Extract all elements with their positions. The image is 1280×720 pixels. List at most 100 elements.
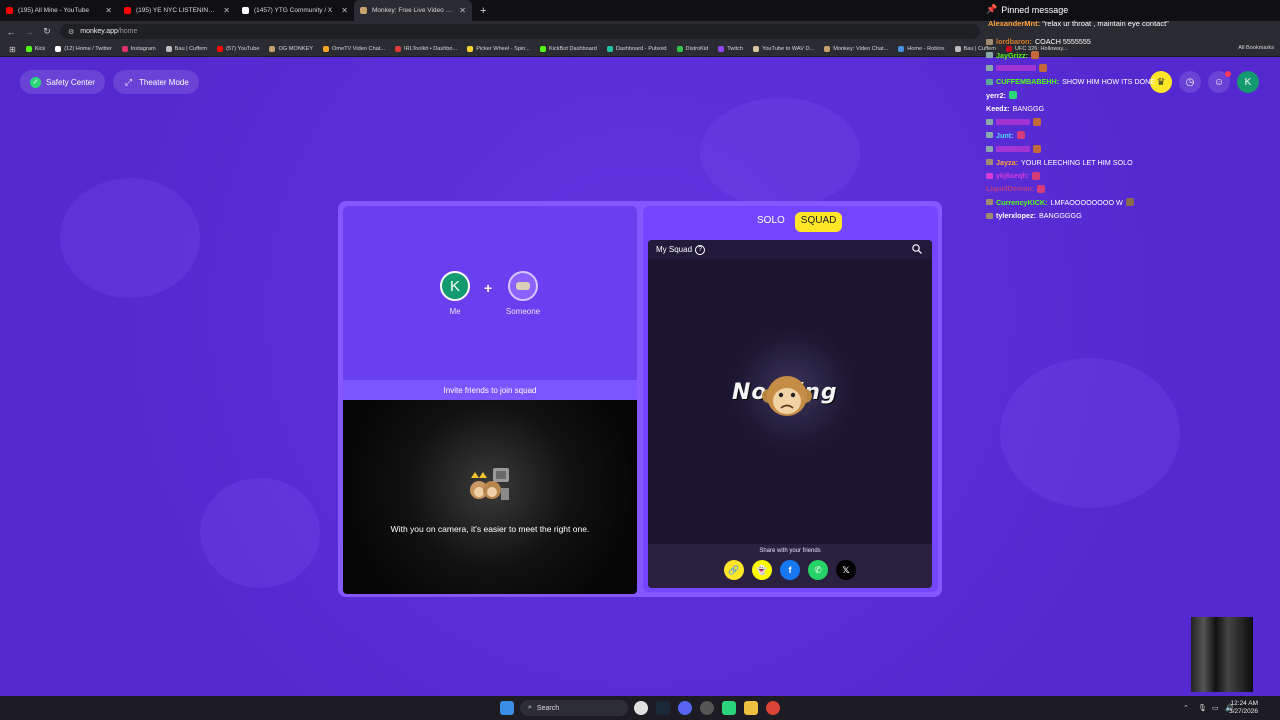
pinned-label: Pinned message [1001,4,1069,15]
instagram-icon [121,46,128,52]
facebook-icon[interactable]: f [780,560,800,580]
reload-icon[interactable]: ↻ [38,26,56,37]
chat-message: Junt: [986,129,1206,142]
tab-youtube-all-mine[interactable]: (195) All Mine - YouTube ✕ [0,0,118,21]
my-squad-title: My Squad [656,245,693,254]
squad-tab[interactable]: SQUAD [794,212,843,232]
me-avatar: K [440,271,470,301]
bookmark-kickbot[interactable]: KickBot Dashboard [535,46,602,52]
chat-message [986,142,1206,155]
someone-avatar [508,271,538,301]
app-icon[interactable] [722,701,736,715]
badge-icon [986,119,993,126]
network-icon[interactable]: ▭ [1212,704,1219,712]
emote-icon [1033,118,1041,127]
search-icon: ⌕ [528,704,532,711]
sad-monkey-icon [762,376,812,416]
badge-icon [986,145,993,152]
safety-center-button[interactable]: ✓ Safety Center [20,70,105,94]
pinned-user: AlexanderMnt: [988,19,1041,28]
snapchat-icon[interactable]: 👻 [752,560,772,580]
forward-icon[interactable]: → [20,27,38,37]
irltoolkit-icon [395,46,402,52]
clock-time: 12:24 AM [1230,700,1258,707]
emote-icon [1033,144,1041,153]
pin-icon: 📌 [986,4,998,14]
x-icon[interactable]: 𝕏 [836,560,856,580]
clock[interactable]: 12:24 AM 3/27/2026 [1229,700,1258,716]
steam-icon[interactable] [656,701,670,715]
chat-message [986,115,1206,128]
bookmark-og-monkey[interactable]: OG MONKEY [264,46,318,52]
theater-mode-button[interactable]: ⤢ Theater Mode [113,70,199,94]
start-icon[interactable] [500,701,514,715]
tab-x-community[interactable]: (1457) YTG Community / X ✕ [236,0,354,21]
invite-friends-button[interactable]: Invite friends to join squad [343,380,637,400]
bookmark-irltoolkit[interactable]: IRLToolkit • Dashbo... [390,46,462,52]
taskbar-search[interactable]: ⌕ Search [520,700,628,716]
site-info-icon[interactable]: ⚙ [68,28,74,36]
chat-message: ykj6seqh: [986,169,1206,182]
ometv-icon [322,46,329,52]
bookmark-youtube[interactable]: (57) YouTube [212,46,264,52]
twitch-icon [718,46,725,52]
link-icon[interactable]: 🔗 [724,560,744,580]
chat-username [996,65,1036,72]
obs-icon[interactable] [700,701,714,715]
bookmark-picker-wheel[interactable]: Picker Wheel - Spin... [462,46,535,52]
bookmark-monkey-video-chat[interactable]: Monkey: Video Chat... [819,46,893,52]
chrome-icon[interactable] [634,701,648,715]
whatsapp-icon[interactable]: ✆ [808,560,828,580]
bookmark-roblox[interactable]: Home - Roblox [893,46,949,52]
all-bookmarks[interactable]: All Bookmarks [1238,45,1274,51]
profile-avatar[interactable]: K [1237,71,1259,93]
tab-youtube-listening-party[interactable]: (195) YE NYC LISTENING PARTY ✕ [118,0,236,21]
help-icon[interactable]: ? [695,244,706,255]
wheel-icon [467,46,474,52]
stream-chat-overlay: 📌 Pinned message AlexanderMnt: "relax ur… [984,0,1204,225]
taskbar-search-label: Search [536,704,560,712]
bookmark-twitch[interactable]: Twitch [713,46,748,52]
close-tab-icon[interactable]: ✕ [105,6,112,15]
solo-tab[interactable]: SOLO [751,212,791,232]
sofa-icon [516,282,530,290]
bookmark-kick[interactable]: Kick [21,46,51,52]
apps-icon[interactable]: ⊞ [4,45,21,54]
close-tab-icon[interactable]: ✕ [341,6,348,15]
chat-messages: lordbaron: COACH 5555555 JayGrizz: CUFFEM… [986,35,1206,222]
tab-title: (1457) YTG Community / X [254,7,333,14]
plus-icon: + [484,280,493,296]
bookmark-bau-cuffem[interactable]: Bau | Cuffem [161,46,212,52]
bookmark-ometv[interactable]: OmeTV Video Chat... [318,46,390,52]
chat-message: tylerxlopez: BANGGGGG [986,209,1206,222]
bookmark-distrokid[interactable]: DistroKid [672,46,714,52]
bookmark-instagram[interactable]: Instagram [117,46,161,52]
webcam-overlay [1191,617,1253,692]
bookmark-youtube-wav[interactable]: YouTube to WAV D... [748,46,819,52]
bookmark-twitter[interactable]: (12) Home / Twitter [50,46,116,52]
close-tab-icon[interactable]: ✕ [223,6,230,15]
kick-icon [25,46,32,52]
new-tab-button[interactable]: + [472,5,494,17]
search-icon[interactable] [912,244,922,254]
tab-title: (195) YE NYC LISTENING PARTY [136,7,218,14]
distrokid-icon [676,46,683,52]
left-panel: K Me + Someone Invite friends to join sq… [343,206,637,594]
background-pattern [200,478,320,588]
tab-monkey[interactable]: Monkey: Free Live Video Chat ✕ [354,0,472,21]
bookmark-icon [954,46,961,52]
notification-dot [1225,71,1231,77]
shield-icon: ✓ [30,76,41,88]
bookmark-pulsoid[interactable]: Dashboard - Pulsoid [602,46,672,52]
background-pattern [60,178,200,298]
address-bar[interactable]: ⚙ monkey.app/home [60,24,980,39]
back-icon[interactable]: ← [2,27,20,37]
emote-icon [1037,184,1046,193]
tray-chevron-icon[interactable]: ⌃ [1183,704,1189,712]
close-tab-icon[interactable]: ✕ [459,6,466,15]
expand-icon: ⤢ [124,76,133,87]
mic-icon[interactable]: 🎙 [1198,704,1207,712]
chrome-active-icon[interactable] [766,701,780,715]
file-explorer-icon[interactable] [744,701,758,715]
discord-icon[interactable] [678,701,692,715]
